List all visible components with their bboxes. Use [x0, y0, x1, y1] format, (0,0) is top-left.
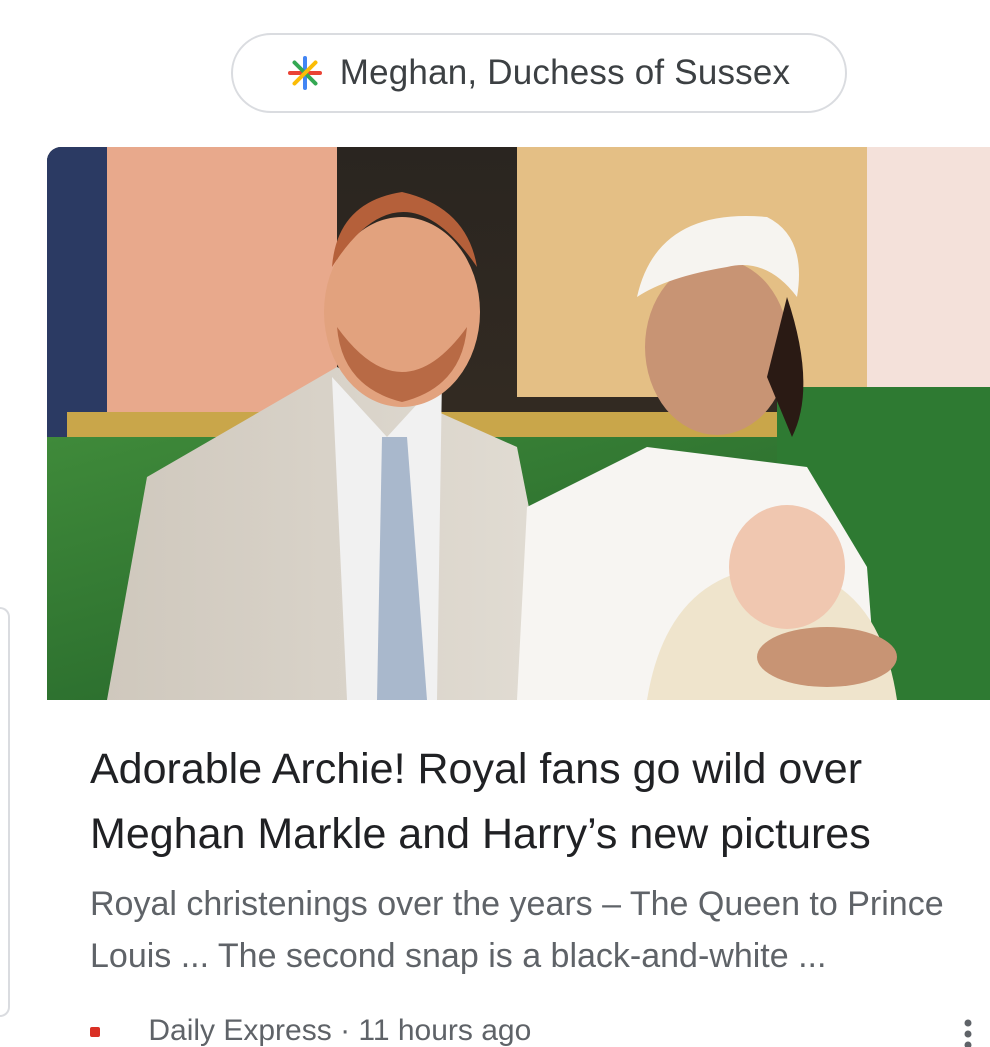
publisher-favicon-icon	[90, 1027, 100, 1037]
article-snippet: Royal christenings over the years – The …	[90, 878, 990, 982]
more-vert-icon[interactable]	[963, 1019, 973, 1047]
news-card[interactable]: Adorable Archie! Royal fans go wild over…	[47, 147, 990, 1047]
article-headline[interactable]: Adorable Archie! Royal fans go wild over…	[90, 737, 970, 867]
article-source: Daily Express · 11 hours ago	[148, 1014, 531, 1047]
google-sparkle-icon	[288, 56, 322, 90]
article-photo[interactable]	[47, 147, 990, 700]
article-source-row: Daily Express · 11 hours ago	[90, 1014, 990, 1047]
topic-chip[interactable]: Meghan, Duchess of Sussex	[231, 33, 847, 113]
previous-card-edge[interactable]	[0, 607, 10, 1017]
chip-label: Meghan, Duchess of Sussex	[340, 53, 791, 93]
